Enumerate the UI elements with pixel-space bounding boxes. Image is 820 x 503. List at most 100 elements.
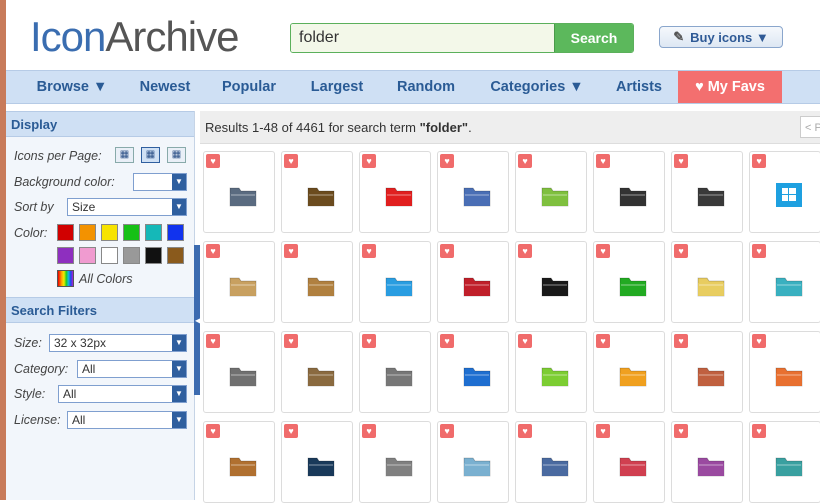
buy-icons-button[interactable]: ✎ Buy icons ▼: [659, 26, 783, 48]
icon-tile[interactable]: ♥: [281, 331, 353, 413]
nav-my-favs[interactable]: ♥ My Favs: [678, 71, 782, 103]
heart-icon[interactable]: ♥: [674, 154, 688, 168]
heart-icon[interactable]: ♥: [440, 424, 454, 438]
heart-icon[interactable]: ♥: [674, 334, 688, 348]
search-button[interactable]: Search: [554, 24, 633, 52]
color-swatch[interactable]: [57, 224, 74, 241]
icon-tile[interactable]: ♥: [437, 421, 509, 503]
color-swatch[interactable]: [101, 224, 118, 241]
icon-tile[interactable]: ♥: [203, 421, 275, 503]
icon-tile[interactable]: ♥: [515, 151, 587, 233]
category-select[interactable]: All ▼: [77, 360, 187, 378]
all-colors-icon[interactable]: [57, 270, 74, 287]
heart-icon[interactable]: ♥: [596, 334, 610, 348]
grid-medium-icon[interactable]: ▦: [141, 147, 160, 163]
icon-tile[interactable]: ♥: [593, 151, 665, 233]
heart-icon[interactable]: ♥: [518, 334, 532, 348]
size-select[interactable]: 32 x 32px ▼: [49, 334, 187, 352]
icon-tile[interactable]: ♥: [359, 151, 431, 233]
color-swatch[interactable]: [101, 247, 118, 264]
heart-icon[interactable]: ♥: [518, 244, 532, 258]
icon-tile[interactable]: ♥: [749, 331, 820, 413]
heart-icon[interactable]: ♥: [752, 334, 766, 348]
icon-tile[interactable]: ♥: [437, 241, 509, 323]
heart-icon[interactable]: ♥: [440, 334, 454, 348]
color-swatch[interactable]: [57, 247, 74, 264]
heart-icon[interactable]: ♥: [284, 334, 298, 348]
heart-icon[interactable]: ♥: [674, 244, 688, 258]
heart-icon[interactable]: ♥: [362, 244, 376, 258]
icon-tile[interactable]: ♥: [749, 241, 820, 323]
heart-icon[interactable]: ♥: [518, 424, 532, 438]
icon-tile[interactable]: ♥: [749, 421, 820, 503]
heart-icon[interactable]: ♥: [206, 334, 220, 348]
heart-icon[interactable]: ♥: [440, 154, 454, 168]
icon-tile[interactable]: ♥: [671, 331, 743, 413]
icon-tile[interactable]: ♥: [593, 241, 665, 323]
page-nav[interactable]: < P: [800, 116, 820, 138]
color-swatch[interactable]: [167, 247, 184, 264]
icon-tile[interactable]: ♥: [359, 421, 431, 503]
icon-tile[interactable]: ♥: [437, 331, 509, 413]
heart-icon[interactable]: ♥: [206, 244, 220, 258]
nav-categories[interactable]: Categories ▼: [482, 71, 592, 103]
icon-tile[interactable]: ♥: [671, 421, 743, 503]
heart-icon[interactable]: ♥: [284, 154, 298, 168]
heart-icon[interactable]: ♥: [752, 424, 766, 438]
icon-tile[interactable]: ♥: [593, 331, 665, 413]
heart-icon[interactable]: ♥: [284, 424, 298, 438]
nav-artists[interactable]: Artists: [606, 71, 672, 103]
heart-icon[interactable]: ♥: [596, 244, 610, 258]
icon-tile[interactable]: ♥: [203, 151, 275, 233]
heart-icon[interactable]: ♥: [206, 424, 220, 438]
icon-tile[interactable]: ♥: [203, 331, 275, 413]
icon-tile[interactable]: ♥: [671, 241, 743, 323]
icon-tile[interactable]: ♥: [515, 241, 587, 323]
heart-icon[interactable]: ♥: [284, 244, 298, 258]
icon-tile[interactable]: ♥: [593, 421, 665, 503]
site-logo[interactable]: IconArchive: [30, 12, 239, 62]
icon-tile[interactable]: ♥: [515, 421, 587, 503]
icon-tile[interactable]: ♥: [359, 331, 431, 413]
color-swatch[interactable]: [123, 247, 140, 264]
license-select[interactable]: All ▼: [67, 411, 187, 429]
style-select[interactable]: All ▼: [58, 385, 187, 403]
nav-largest[interactable]: Largest: [304, 71, 370, 103]
icon-tile[interactable]: ♥: [281, 151, 353, 233]
color-swatch[interactable]: [123, 224, 140, 241]
nav-random[interactable]: Random: [390, 71, 462, 103]
heart-icon[interactable]: ♥: [206, 154, 220, 168]
heart-icon[interactable]: ♥: [596, 154, 610, 168]
grid-large-icon[interactable]: ▦: [167, 147, 186, 163]
icon-tile[interactable]: ♥: [359, 241, 431, 323]
color-swatch[interactable]: [145, 247, 162, 264]
heart-icon[interactable]: ♥: [362, 424, 376, 438]
all-colors-link[interactable]: All Colors: [79, 272, 133, 286]
icon-tile[interactable]: ♥: [515, 331, 587, 413]
heart-icon[interactable]: ♥: [752, 154, 766, 168]
icon-tile[interactable]: ♥: [281, 421, 353, 503]
icon-tile[interactable]: ♥: [437, 151, 509, 233]
nav-newest[interactable]: Newest: [132, 71, 198, 103]
heart-icon[interactable]: ♥: [752, 244, 766, 258]
nav-browse[interactable]: Browse ▼: [28, 71, 116, 103]
color-swatch[interactable]: [167, 224, 184, 241]
heart-icon[interactable]: ♥: [362, 154, 376, 168]
heart-icon[interactable]: ♥: [362, 334, 376, 348]
background-color-select[interactable]: ▼: [133, 173, 187, 191]
grid-small-icon[interactable]: ▦: [115, 147, 134, 163]
icon-tile[interactable]: ♥: [671, 151, 743, 233]
icon-tile[interactable]: ♥: [281, 241, 353, 323]
color-swatch[interactable]: [79, 247, 96, 264]
heart-icon[interactable]: ♥: [440, 244, 454, 258]
search-input[interactable]: [291, 24, 554, 52]
nav-popular[interactable]: Popular: [216, 71, 282, 103]
color-swatch[interactable]: [79, 224, 96, 241]
icon-tile[interactable]: ♥: [203, 241, 275, 323]
heart-icon[interactable]: ♥: [596, 424, 610, 438]
sort-by-select[interactable]: Size ▼: [67, 198, 187, 216]
icon-tile[interactable]: ♥: [749, 151, 820, 233]
heart-icon[interactable]: ♥: [518, 154, 532, 168]
color-swatch[interactable]: [145, 224, 162, 241]
heart-icon[interactable]: ♥: [674, 424, 688, 438]
